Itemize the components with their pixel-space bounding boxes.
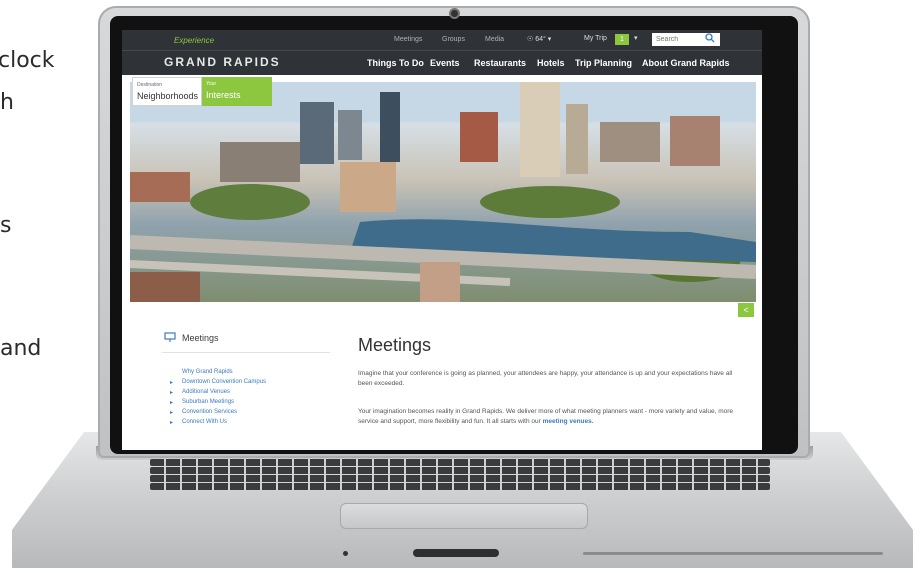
chevron-right-icon: ▸ (170, 390, 174, 396)
nav-about-grand-rapids[interactable]: About Grand Rapids (642, 58, 730, 68)
sidebar-item-convention-services[interactable]: Convention Services (182, 409, 237, 415)
power-led (343, 551, 348, 556)
page-title: Meetings (358, 335, 432, 355)
sidebar-divider (162, 352, 330, 353)
search-icon[interactable] (705, 33, 715, 43)
sidebar-title: Meetings (182, 333, 219, 343)
tab-main-label: Neighborhoods (137, 91, 199, 101)
background-text-2: h (0, 90, 14, 115)
nav-restaurants[interactable]: Restaurants (474, 58, 526, 68)
nav-trip-planning[interactable]: Trip Planning (575, 58, 632, 68)
nav-hotels[interactable]: Hotels (537, 58, 565, 68)
browser-screen: Experience Meetings Groups Media ☉ 64° ▾… (122, 30, 762, 450)
meeting-venues-link[interactable]: meeting venues. (543, 418, 594, 425)
background-text-4: and (0, 336, 42, 361)
sidebar-item-downtown-convention-campus[interactable]: Downtown Convention Campus (182, 379, 266, 385)
nav-things-to-do[interactable]: Things To Do (367, 58, 424, 68)
chevron-right-icon: ▸ (170, 420, 174, 426)
tab-sub-label: Destination (137, 82, 163, 88)
camera-icon (451, 10, 458, 17)
sidebar-item-additional-venues[interactable]: Additional Venues (182, 389, 230, 395)
sidebar-item-connect-with-us[interactable]: Connect With Us (182, 419, 227, 425)
hero-city-photo (130, 82, 756, 302)
intro-paragraph: Imagine that your conference is going as… (358, 370, 733, 387)
front-slot (413, 549, 499, 557)
tab-sub-label: Your (206, 81, 217, 87)
chevron-down-icon[interactable]: ▾ (634, 34, 638, 42)
presentation-icon (164, 332, 176, 342)
optical-slot (583, 552, 883, 555)
logo-tagline: Experience (174, 36, 215, 45)
weather-widget[interactable]: ☉ 64° ▾ (527, 35, 551, 43)
utility-link-groups[interactable]: Groups (442, 36, 465, 43)
chevron-right-icon: ▸ (170, 410, 174, 416)
chevron-right-icon: ▸ (170, 400, 174, 406)
nav-events[interactable]: Events (430, 58, 460, 68)
keyboard (150, 458, 770, 490)
tab-your-interests[interactable]: Your Interests (202, 77, 272, 106)
tab-main-label: Interests (206, 90, 241, 100)
utility-bar: Experience Meetings Groups Media ☉ 64° ▾… (122, 30, 762, 50)
body-paragraph: Your imagination becomes reality in Gran… (358, 407, 748, 427)
background-text-1: clock (0, 48, 55, 73)
sidebar-item-why-grand-rapids[interactable]: Why Grand Rapids (182, 369, 233, 375)
background-text-3: s (0, 213, 12, 238)
share-icon[interactable]: < (738, 303, 754, 317)
sidebar-item-suburban-meetings[interactable]: Suburban Meetings (182, 399, 234, 405)
tab-destination-neighborhoods[interactable]: Destination Neighborhoods (132, 77, 202, 106)
trackpad (340, 503, 588, 529)
my-trip-label[interactable]: My Trip (584, 35, 607, 42)
chevron-right-icon: ▸ (170, 380, 174, 386)
my-trip-count-badge[interactable]: 1 (615, 34, 629, 45)
site-logo[interactable]: GRAND RAPIDS (164, 55, 281, 69)
utility-link-meetings[interactable]: Meetings (394, 36, 422, 43)
utility-link-media[interactable]: Media (485, 36, 504, 43)
